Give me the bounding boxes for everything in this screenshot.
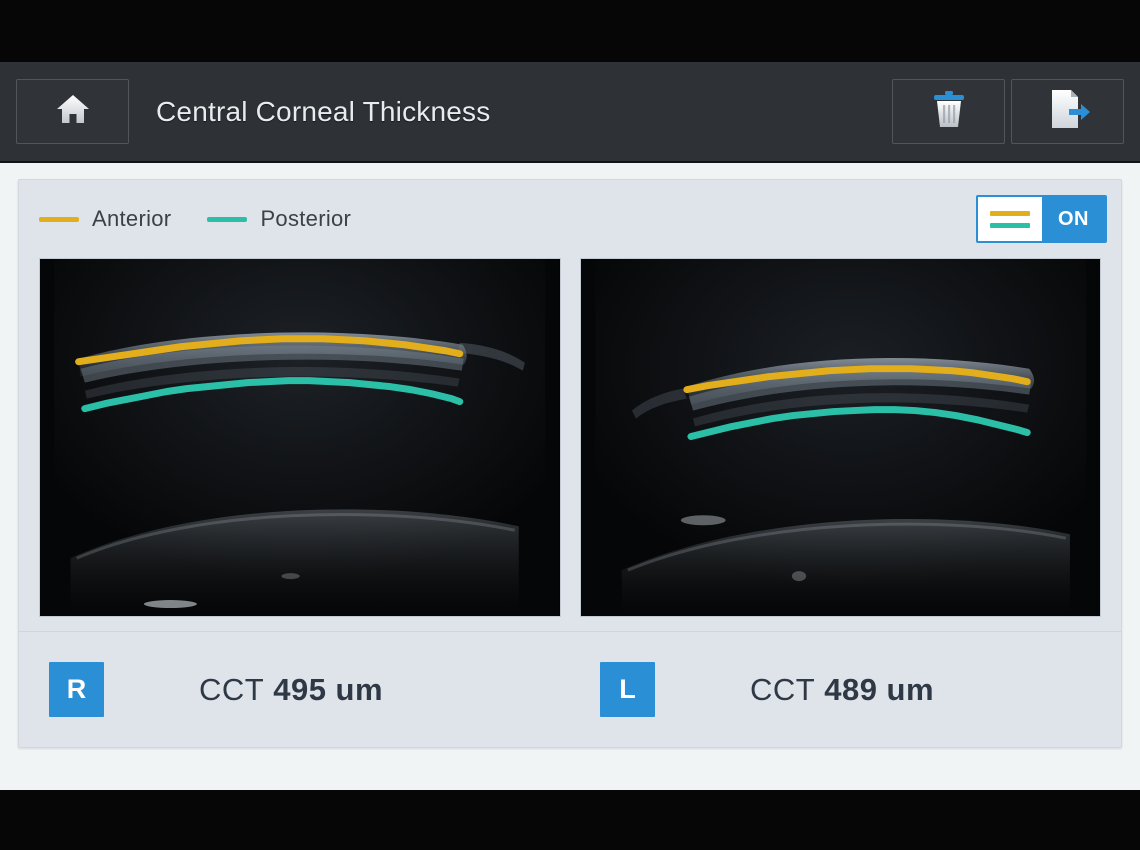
legend-item-posterior: Posterior: [207, 206, 351, 232]
cct-measurement-row: R CCT 495 um L CCT 489 um: [19, 631, 1121, 747]
cct-block-left-eye: L CCT 489 um: [570, 662, 1121, 717]
toggle-state-label: ON: [1042, 197, 1105, 241]
trace-overlay-toggle[interactable]: ON: [976, 195, 1107, 243]
home-icon: [55, 92, 91, 131]
cct-card: Anterior Posterior ON R CCT 495 um L CCT…: [18, 179, 1122, 748]
cct-label-right: CCT: [199, 671, 265, 707]
letterbox-bottom-bar: [0, 790, 1140, 850]
app-screen: Central Corneal Thickness Anterior Poste…: [0, 0, 1140, 850]
cct-block-right-eye: R CCT 495 um: [19, 662, 570, 717]
cct-label-left: CCT: [750, 671, 816, 707]
export-document-icon: [1045, 87, 1091, 136]
legend-label-anterior: Anterior: [92, 206, 172, 231]
delete-button[interactable]: [892, 79, 1005, 144]
oct-scan-right-eye[interactable]: [39, 258, 561, 617]
cct-value-left: CCT 489 um: [750, 672, 934, 708]
app-header: Central Corneal Thickness: [0, 62, 1140, 163]
page-title: Central Corneal Thickness: [156, 95, 491, 127]
legend-row: Anterior Posterior ON: [19, 180, 1121, 258]
cct-value-right: CCT 495 um: [199, 672, 383, 708]
oct-scan-left-eye[interactable]: [579, 258, 1101, 617]
scan-row: [19, 258, 1121, 617]
home-button[interactable]: [16, 79, 129, 144]
posterior-line-swatch-icon: [207, 216, 248, 222]
eye-badge-left: L: [600, 662, 655, 717]
trash-icon: [928, 87, 970, 136]
anterior-line-swatch-icon: [39, 216, 79, 222]
legend-item-anterior: Anterior: [39, 206, 171, 232]
letterbox-top-bar: [0, 0, 1140, 62]
export-button[interactable]: [1011, 79, 1124, 144]
eye-badge-right: R: [49, 662, 104, 717]
cct-number-right: 495 um: [273, 671, 384, 707]
legend-label-posterior: Posterior: [260, 206, 352, 231]
header-actions: [892, 79, 1124, 144]
page-body: Anterior Posterior ON R CCT 495 um L CCT…: [0, 163, 1140, 790]
cct-number-left: 489 um: [824, 671, 935, 707]
trace-lines-icon: [978, 197, 1042, 241]
